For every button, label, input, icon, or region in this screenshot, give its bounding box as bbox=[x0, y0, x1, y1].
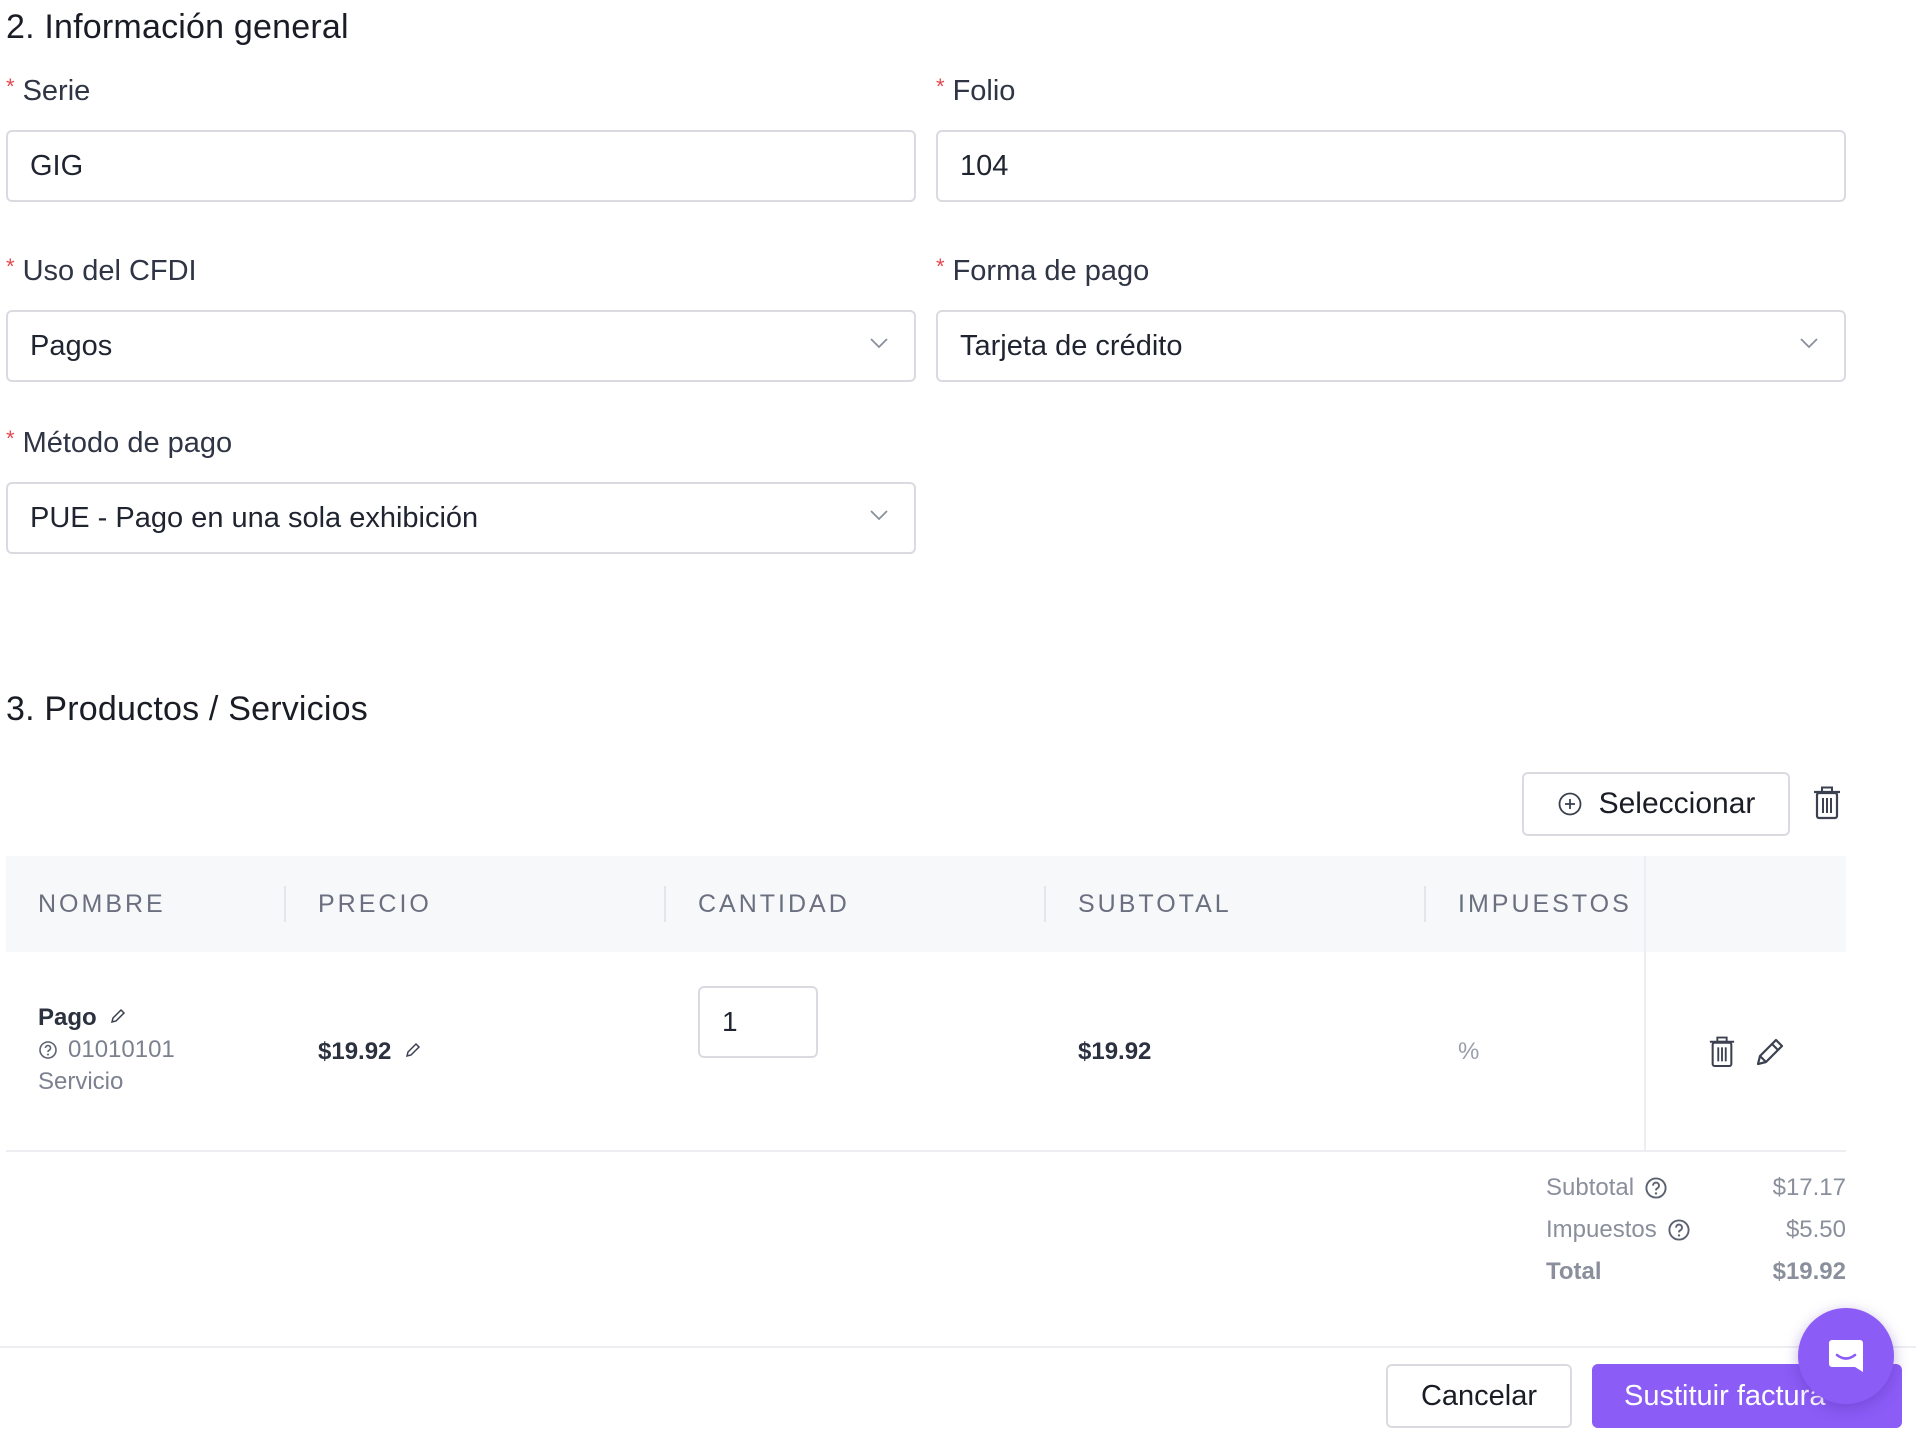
row-divider bbox=[6, 1150, 1846, 1152]
required-marker: * bbox=[6, 426, 15, 451]
product-price-text: $19.92 bbox=[318, 1038, 392, 1065]
forma-pago-select[interactable]: Tarjeta de crédito bbox=[936, 310, 1846, 382]
chevron-down-icon bbox=[1800, 338, 1818, 349]
product-code-text: 01010101 bbox=[68, 1036, 175, 1063]
header-cantidad: CANTIDAD bbox=[698, 889, 850, 918]
summary-total-value: $19.92 bbox=[1772, 1258, 1846, 1285]
metodo-pago-label-text: Método de pago bbox=[22, 427, 233, 459]
pencil-icon[interactable] bbox=[109, 1007, 127, 1025]
header-divider bbox=[1044, 886, 1046, 922]
table-header: NOMBRE PRECIO CANTIDAD SUBTOTAL IMPUESTO… bbox=[6, 856, 1846, 952]
header-subtotal: SUBTOTAL bbox=[1078, 889, 1232, 918]
metodo-pago-value: PUE - Pago en una sola exhibición bbox=[30, 501, 479, 534]
quantity-input[interactable]: 1 bbox=[698, 986, 818, 1058]
metodo-pago-label: * Método de pago bbox=[6, 426, 232, 460]
uso-cfdi-label-text: Uso del CFDI bbox=[22, 255, 197, 287]
chevron-down-icon bbox=[870, 338, 888, 349]
header-divider bbox=[1424, 886, 1426, 922]
summary-total-label: Total bbox=[1546, 1258, 1602, 1285]
forma-pago-label-text: Forma de pago bbox=[952, 255, 1150, 287]
summary-taxes-label: Impuestos bbox=[1546, 1216, 1691, 1244]
serie-label-text: Serie bbox=[22, 75, 91, 107]
summary-taxes-label-text: Impuestos bbox=[1546, 1216, 1657, 1243]
chevron-down-icon bbox=[870, 510, 888, 521]
actions-column bbox=[1644, 856, 1848, 1152]
folio-label: * Folio bbox=[936, 74, 1015, 108]
forma-pago-value: Tarjeta de crédito bbox=[960, 329, 1183, 362]
question-circle-icon[interactable] bbox=[38, 1040, 58, 1060]
required-marker: * bbox=[6, 74, 15, 99]
required-marker: * bbox=[936, 74, 945, 99]
product-name: Pago bbox=[38, 1004, 127, 1032]
folio-label-text: Folio bbox=[952, 75, 1016, 107]
question-circle-icon[interactable] bbox=[1667, 1218, 1691, 1242]
folio-input[interactable] bbox=[960, 149, 1822, 183]
product-code: 01010101 bbox=[38, 1036, 175, 1064]
section-products-title: 3. Productos / Servicios bbox=[6, 690, 368, 728]
serie-label: * Serie bbox=[6, 74, 90, 108]
header-nombre: NOMBRE bbox=[38, 889, 166, 918]
uso-cfdi-select[interactable]: Pagos bbox=[6, 310, 916, 382]
uso-cfdi-label: * Uso del CFDI bbox=[6, 254, 197, 288]
product-name-text: Pago bbox=[38, 1004, 97, 1031]
product-price: $19.92 bbox=[318, 1038, 422, 1066]
trash-icon[interactable] bbox=[1708, 1036, 1736, 1068]
chat-launcher[interactable] bbox=[1798, 1308, 1894, 1404]
invoice-form: 2. Información general * Serie * Folio * Us… bbox=[0, 0, 1916, 1442]
summary-subtotal-label-text: Subtotal bbox=[1546, 1174, 1635, 1201]
products-table: NOMBRE PRECIO CANTIDAD SUBTOTAL IMPUESTO… bbox=[6, 856, 1846, 1152]
pencil-icon[interactable] bbox=[1754, 1036, 1786, 1068]
trash-icon[interactable] bbox=[1812, 786, 1842, 820]
uso-cfdi-value: Pagos bbox=[30, 329, 113, 362]
required-marker: * bbox=[936, 254, 945, 279]
select-products-button[interactable]: Seleccionar bbox=[1522, 772, 1790, 836]
product-subtotal: $19.92 bbox=[1078, 1038, 1152, 1065]
forma-pago-label: * Forma de pago bbox=[936, 254, 1149, 288]
cancel-button[interactable]: Cancelar bbox=[1386, 1364, 1572, 1428]
header-precio: PRECIO bbox=[318, 889, 432, 918]
required-marker: * bbox=[6, 254, 15, 279]
pencil-icon[interactable] bbox=[404, 1041, 422, 1059]
header-impuestos: IMPUESTOS bbox=[1458, 889, 1632, 918]
section-general-title: 2. Información general bbox=[6, 8, 349, 46]
plus-circle-icon bbox=[1558, 792, 1582, 816]
footer-divider bbox=[0, 1346, 1916, 1348]
product-type: Servicio bbox=[38, 1068, 124, 1095]
chat-icon bbox=[1829, 1340, 1863, 1372]
serie-input[interactable] bbox=[30, 149, 892, 183]
question-circle-icon[interactable] bbox=[1644, 1176, 1668, 1200]
summary-taxes-value: $5.50 bbox=[1785, 1216, 1846, 1243]
select-products-label: Seleccionar bbox=[1598, 787, 1756, 820]
summary-subtotal-label: Subtotal bbox=[1546, 1174, 1668, 1202]
serie-field[interactable] bbox=[6, 130, 916, 202]
summary-subtotal-value: $17.17 bbox=[1772, 1174, 1846, 1201]
product-taxes: % bbox=[1458, 1038, 1480, 1065]
header-divider bbox=[284, 886, 286, 922]
metodo-pago-select[interactable]: PUE - Pago en una sola exhibición bbox=[6, 482, 916, 554]
folio-field[interactable] bbox=[936, 130, 1846, 202]
header-divider bbox=[664, 886, 666, 922]
